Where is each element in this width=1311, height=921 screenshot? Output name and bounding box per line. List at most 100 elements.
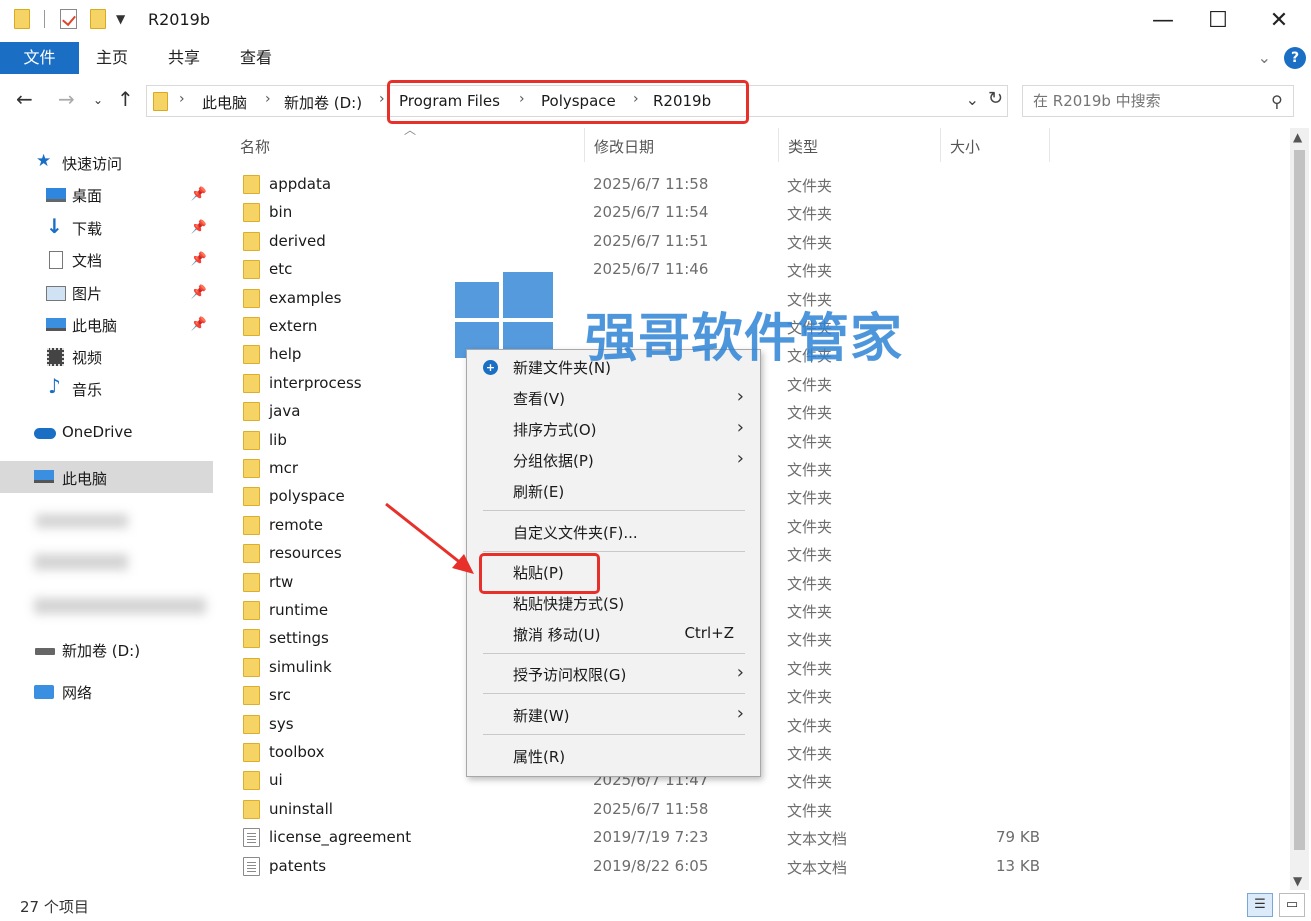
minimize-button[interactable]: —	[1134, 0, 1192, 40]
menu-item-undo-move[interactable]: 撤消 移动(U) Ctrl+Z	[467, 619, 760, 649]
menu-separator	[483, 551, 745, 552]
menu-item-refresh[interactable]: 刷新(E)	[467, 476, 760, 506]
file-row[interactable]: uninstall 2025/6/7 11:58 文件夹	[230, 795, 1290, 823]
scroll-thumb[interactable]	[1294, 150, 1305, 850]
file-date: 2025/6/7 11:51	[593, 231, 709, 250]
sidebar-item-drive-d[interactable]: 新加卷 (D:)	[0, 635, 213, 665]
menu-item-paste[interactable]: 粘贴(P)	[467, 557, 760, 587]
ribbon-tabs: 文件 主页 共享 查看 ⌄ ?	[0, 42, 1311, 74]
forward-icon[interactable]: →	[58, 87, 75, 111]
tab-home[interactable]: 主页	[83, 42, 141, 74]
recent-locations-icon[interactable]: ⌄	[93, 93, 103, 107]
pin-icon[interactable]: 📌	[191, 285, 207, 300]
sidebar-item-this-pc[interactable]: 此电脑	[0, 461, 213, 493]
sidebar-item-this-pc-pinned[interactable]: 此电脑 📌	[0, 310, 213, 340]
desktop-icon	[46, 188, 66, 202]
folder-icon	[243, 203, 260, 223]
close-button[interactable]: ✕	[1250, 0, 1308, 40]
sidebar-item-label: 音乐	[72, 381, 103, 399]
file-name: extern	[269, 317, 318, 335]
redacted-item	[34, 598, 206, 614]
pin-icon[interactable]: 📌	[191, 220, 207, 235]
new-folder-icon[interactable]	[90, 9, 106, 29]
sidebar-item-pictures[interactable]: 图片 📌	[0, 278, 213, 308]
refresh-icon[interactable]: ↻	[988, 88, 1003, 109]
scroll-up-icon[interactable]: ▲	[1293, 130, 1302, 144]
chevron-right-icon: ›	[179, 91, 185, 107]
maximize-button[interactable]: ☐	[1189, 0, 1247, 40]
file-type: 文件夹	[787, 205, 833, 224]
column-header-size[interactable]: 大小	[950, 136, 980, 157]
column-divider[interactable]	[940, 128, 941, 162]
tab-file[interactable]: 文件	[0, 42, 79, 74]
properties-icon[interactable]	[60, 9, 77, 29]
pin-icon[interactable]: 📌	[191, 252, 207, 267]
text-file-icon	[243, 828, 260, 848]
column-divider[interactable]	[1049, 128, 1050, 162]
column-header-type[interactable]: 类型	[788, 136, 818, 157]
sidebar-item-documents[interactable]: 文档 📌	[0, 245, 213, 275]
column-header-date[interactable]: 修改日期	[594, 136, 654, 157]
folder-icon	[243, 686, 260, 706]
large-icons-view-button[interactable]: ▭	[1279, 893, 1305, 917]
details-view-button[interactable]: ☰	[1247, 893, 1273, 917]
quick-access-dropdown-icon[interactable]: ▼	[116, 12, 125, 26]
menu-item-give-access[interactable]: 授予访问权限(G) ›	[467, 659, 760, 689]
menu-item-customize-folder[interactable]: 自定义文件夹(F)...	[467, 517, 760, 547]
file-row[interactable]: derived 2025/6/7 11:51 文件夹	[230, 227, 1290, 255]
file-name: runtime	[269, 601, 329, 619]
column-header-name[interactable]: 名称	[240, 136, 270, 157]
file-name: mcr	[269, 459, 299, 477]
pin-icon[interactable]: 📌	[191, 187, 207, 202]
sidebar-item-label: 快速访问	[62, 155, 123, 173]
menu-separator	[483, 693, 745, 694]
scroll-down-icon[interactable]: ▼	[1293, 874, 1302, 888]
menu-separator	[483, 653, 745, 654]
up-icon[interactable]: ↑	[117, 87, 134, 111]
breadcrumb-program-files[interactable]: Program Files	[399, 92, 500, 110]
breadcrumb-r2019b[interactable]: R2019b	[653, 92, 711, 110]
address-history-icon[interactable]: ⌄	[966, 90, 979, 109]
breadcrumb-drive[interactable]: 新加卷 (D:)	[284, 92, 362, 113]
menu-item-properties[interactable]: 属性(R)	[467, 741, 760, 771]
folder-icon	[243, 657, 260, 677]
column-divider[interactable]	[584, 128, 585, 162]
file-row[interactable]: license_agreement 2019/7/19 7:23 文本文档 79 KB	[230, 823, 1290, 851]
expand-ribbon-icon[interactable]: ⌄	[1258, 48, 1271, 67]
breadcrumb-polyspace[interactable]: Polyspace	[541, 92, 616, 110]
pin-icon[interactable]: 📌	[191, 317, 207, 332]
menu-item-sort-by[interactable]: 排序方式(O) ›	[467, 414, 760, 444]
sidebar-item-videos[interactable]: 视频	[0, 342, 213, 372]
vertical-scrollbar[interactable]: ▲ ▼	[1290, 128, 1309, 890]
computer-icon	[46, 318, 66, 331]
sidebar-item-music[interactable]: ♪ 音乐	[0, 374, 213, 404]
sidebar-item-onedrive[interactable]: OneDrive	[0, 418, 213, 448]
folder-icon	[243, 771, 260, 791]
menu-item-view[interactable]: 查看(V) ›	[467, 383, 760, 413]
sidebar-item-downloads[interactable]: ↓ 下载 📌	[0, 213, 213, 243]
address-bar[interactable]: › 此电脑 › 新加卷 (D:) › Program Files › Polys…	[146, 85, 1008, 117]
menu-item-label: 自定义文件夹(F)...	[513, 524, 638, 542]
menu-item-paste-shortcut[interactable]: 粘贴快捷方式(S)	[467, 588, 760, 618]
tab-share[interactable]: 共享	[155, 42, 213, 74]
search-box[interactable]: ⚲	[1022, 85, 1294, 117]
tab-view[interactable]: 查看	[227, 42, 285, 74]
breadcrumb-this-pc[interactable]: 此电脑	[202, 92, 247, 113]
back-icon[interactable]: ←	[16, 87, 33, 111]
file-name: simulink	[269, 657, 332, 676]
menu-item-label: 撤消 移动(U)	[513, 626, 601, 644]
sidebar-item-network[interactable]: 网络	[0, 677, 213, 707]
file-name: sys	[269, 714, 294, 733]
sidebar-item-desktop[interactable]: 桌面 📌	[0, 180, 213, 210]
sidebar-item-quick-access[interactable]: ★ 快速访问	[0, 148, 213, 178]
file-row[interactable]: appdata 2025/6/7 11:58 文件夹	[230, 170, 1290, 198]
column-divider[interactable]	[778, 128, 779, 162]
file-row[interactable]: etc 2025/6/7 11:46 文件夹	[230, 255, 1290, 283]
file-row[interactable]: patents 2019/8/22 6:05 文本文档 13 KB	[230, 852, 1290, 880]
search-icon[interactable]: ⚲	[1271, 92, 1283, 111]
menu-item-new[interactable]: 新建(W) ›	[467, 700, 760, 730]
menu-item-group-by[interactable]: 分组依据(P) ›	[467, 445, 760, 475]
help-icon[interactable]: ?	[1284, 47, 1306, 69]
file-row[interactable]: bin 2025/6/7 11:54 文件夹	[230, 198, 1290, 226]
search-input[interactable]	[1033, 92, 1253, 110]
